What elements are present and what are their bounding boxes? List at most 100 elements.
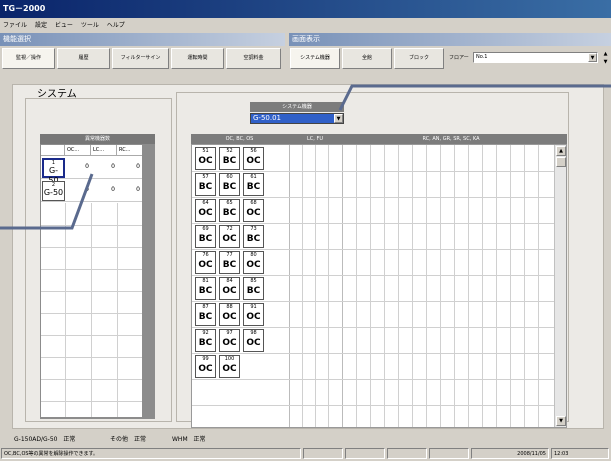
callout-line-right	[338, 84, 611, 111]
other-status-label: その他	[110, 436, 129, 443]
device-cell[interactable]: 68 OC	[243, 199, 264, 222]
device-address: 61	[250, 174, 257, 180]
screen-display-header: 画面表示	[289, 33, 611, 46]
device-type: OC	[222, 312, 237, 322]
device-grid: 51 OC 52 BC 56 OC 57 BC 60 BC 61 BC 64 OC 65 BC 68 OC 69 BC…	[191, 144, 567, 428]
floor-select[interactable]: No.1 ▼	[473, 52, 598, 63]
device-address: 98	[250, 330, 257, 336]
device-cell[interactable]: 92 BC	[195, 329, 216, 352]
device-type: BC	[198, 286, 213, 296]
device-row: 64 OC 65 BC 68 OC	[195, 199, 267, 222]
menu-bar: ファイル 設定 ビュー ツール ヘルプ	[0, 18, 611, 33]
device-cell[interactable]: 69 BC	[195, 225, 216, 248]
device-address: 85	[250, 278, 257, 284]
device-address: 69	[202, 226, 209, 232]
block-button[interactable]: ブロック	[394, 48, 444, 69]
device-cell[interactable]: 77 BC	[219, 251, 240, 274]
device-cell[interactable]: 91 OC	[243, 303, 264, 326]
device-grid-scrollbar[interactable]: ▲ ▼	[554, 145, 566, 427]
device-type: BC	[198, 338, 213, 348]
col-header-rc: RC, AN, GR, SR, SC, KA	[422, 136, 480, 142]
g50-status: G-150AD/G-50 正常	[14, 434, 75, 443]
status-message: OC,BC,OS等の異常を解除操作できます。	[1, 448, 301, 459]
device-address: 73	[250, 226, 257, 232]
device-type: OC	[246, 156, 261, 166]
col-header-oc-bc-os: OC, BC, OS	[225, 136, 254, 142]
device-type: BC	[222, 208, 237, 218]
device-address: 51	[202, 148, 209, 154]
scroll-down-icon[interactable]: ▼	[556, 416, 566, 426]
device-cell[interactable]: 100 OC	[219, 355, 240, 378]
col-header-lc-fu: LC, FU	[307, 136, 323, 142]
floor-select-value: No.1	[476, 54, 488, 60]
device-type: OC	[222, 364, 237, 374]
device-cell[interactable]: 56 OC	[243, 147, 264, 170]
device-cell[interactable]: 99 OC	[195, 355, 216, 378]
device-row: 87 BC 88 OC 91 OC	[195, 303, 267, 326]
operation-time-button[interactable]: 運転時間	[171, 48, 224, 69]
device-address: 99	[202, 356, 209, 362]
device-address: 97	[226, 330, 233, 336]
device-cell[interactable]: 60 BC	[219, 173, 240, 196]
device-type: BC	[246, 234, 261, 244]
device-cell[interactable]: 61 BC	[243, 173, 264, 196]
screen-display-bar: システム機器 全館 ブロック フロアー No.1 ▼ ▲ ▼	[289, 46, 611, 71]
monitor-operate-button[interactable]: 監視／操作	[2, 48, 55, 69]
device-cell[interactable]: 65 BC	[219, 199, 240, 222]
device-cell[interactable]: 64 OC	[195, 199, 216, 222]
window-title: TG－2000	[0, 0, 611, 18]
g50-status-label: G-150AD/G-50	[14, 436, 58, 443]
floor-spin[interactable]: ▲ ▼	[602, 50, 609, 67]
whole-building-button[interactable]: 全館	[342, 48, 392, 69]
device-type: OC	[246, 260, 261, 270]
chevron-down-icon[interactable]: ▼	[588, 53, 597, 62]
spin-down-icon[interactable]: ▼	[602, 58, 609, 66]
device-address: 84	[226, 278, 233, 284]
device-address: 65	[226, 200, 233, 206]
menu-view[interactable]: ビュー	[52, 22, 76, 29]
menu-file[interactable]: ファイル	[0, 22, 30, 29]
device-cell[interactable]: 51 OC	[195, 147, 216, 170]
menu-tools[interactable]: ツール	[78, 22, 102, 29]
device-cell[interactable]: 97 OC	[219, 329, 240, 352]
device-row: 51 OC 52 BC 56 OC	[195, 147, 267, 170]
filter-sign-button[interactable]: フィルターサイン	[112, 48, 169, 69]
device-type: OC	[246, 312, 261, 322]
device-cell[interactable]: 85 BC	[243, 277, 264, 300]
device-cell[interactable]: 98 OC	[243, 329, 264, 352]
device-cell[interactable]: 72 OC	[219, 225, 240, 248]
device-type: OC	[246, 208, 261, 218]
menu-help[interactable]: ヘルプ	[104, 22, 128, 29]
device-address: 57	[202, 174, 209, 180]
device-address: 76	[202, 252, 209, 258]
device-type: OC	[198, 156, 213, 166]
device-type: OC	[198, 208, 213, 218]
status-time: 12:03	[551, 448, 609, 459]
device-type: BC	[246, 182, 261, 192]
history-button[interactable]: 履歴	[57, 48, 110, 69]
device-cell[interactable]: 84 OC	[219, 277, 240, 300]
device-cell[interactable]: 81 BC	[195, 277, 216, 300]
device-type: OC	[198, 364, 213, 374]
device-type: OC	[222, 286, 237, 296]
device-cell[interactable]: 73 BC	[243, 225, 264, 248]
menu-settings[interactable]: 設定	[32, 22, 50, 29]
device-cell[interactable]: 87 BC	[195, 303, 216, 326]
g50-status-value: 正常	[63, 436, 76, 443]
device-row: 69 BC 72 OC 73 BC	[195, 225, 267, 248]
col-header-rc: RC...	[119, 147, 131, 153]
device-address: 77	[226, 252, 233, 258]
spin-up-icon[interactable]: ▲	[602, 50, 609, 58]
system-device-button[interactable]: システム機器	[290, 48, 340, 69]
scroll-up-icon[interactable]: ▲	[556, 146, 566, 156]
function-select-header: 機能選択	[0, 33, 285, 46]
scroll-thumb[interactable]	[556, 157, 566, 167]
device-cell[interactable]: 52 BC	[219, 147, 240, 170]
other-status-value: 正常	[133, 436, 146, 443]
ac-charge-button[interactable]: 空調料金	[226, 48, 281, 69]
device-cell[interactable]: 88 OC	[219, 303, 240, 326]
device-cell[interactable]: 80 OC	[243, 251, 264, 274]
device-type: OC	[246, 338, 261, 348]
device-cell[interactable]: 76 OC	[195, 251, 216, 274]
device-cell[interactable]: 57 BC	[195, 173, 216, 196]
